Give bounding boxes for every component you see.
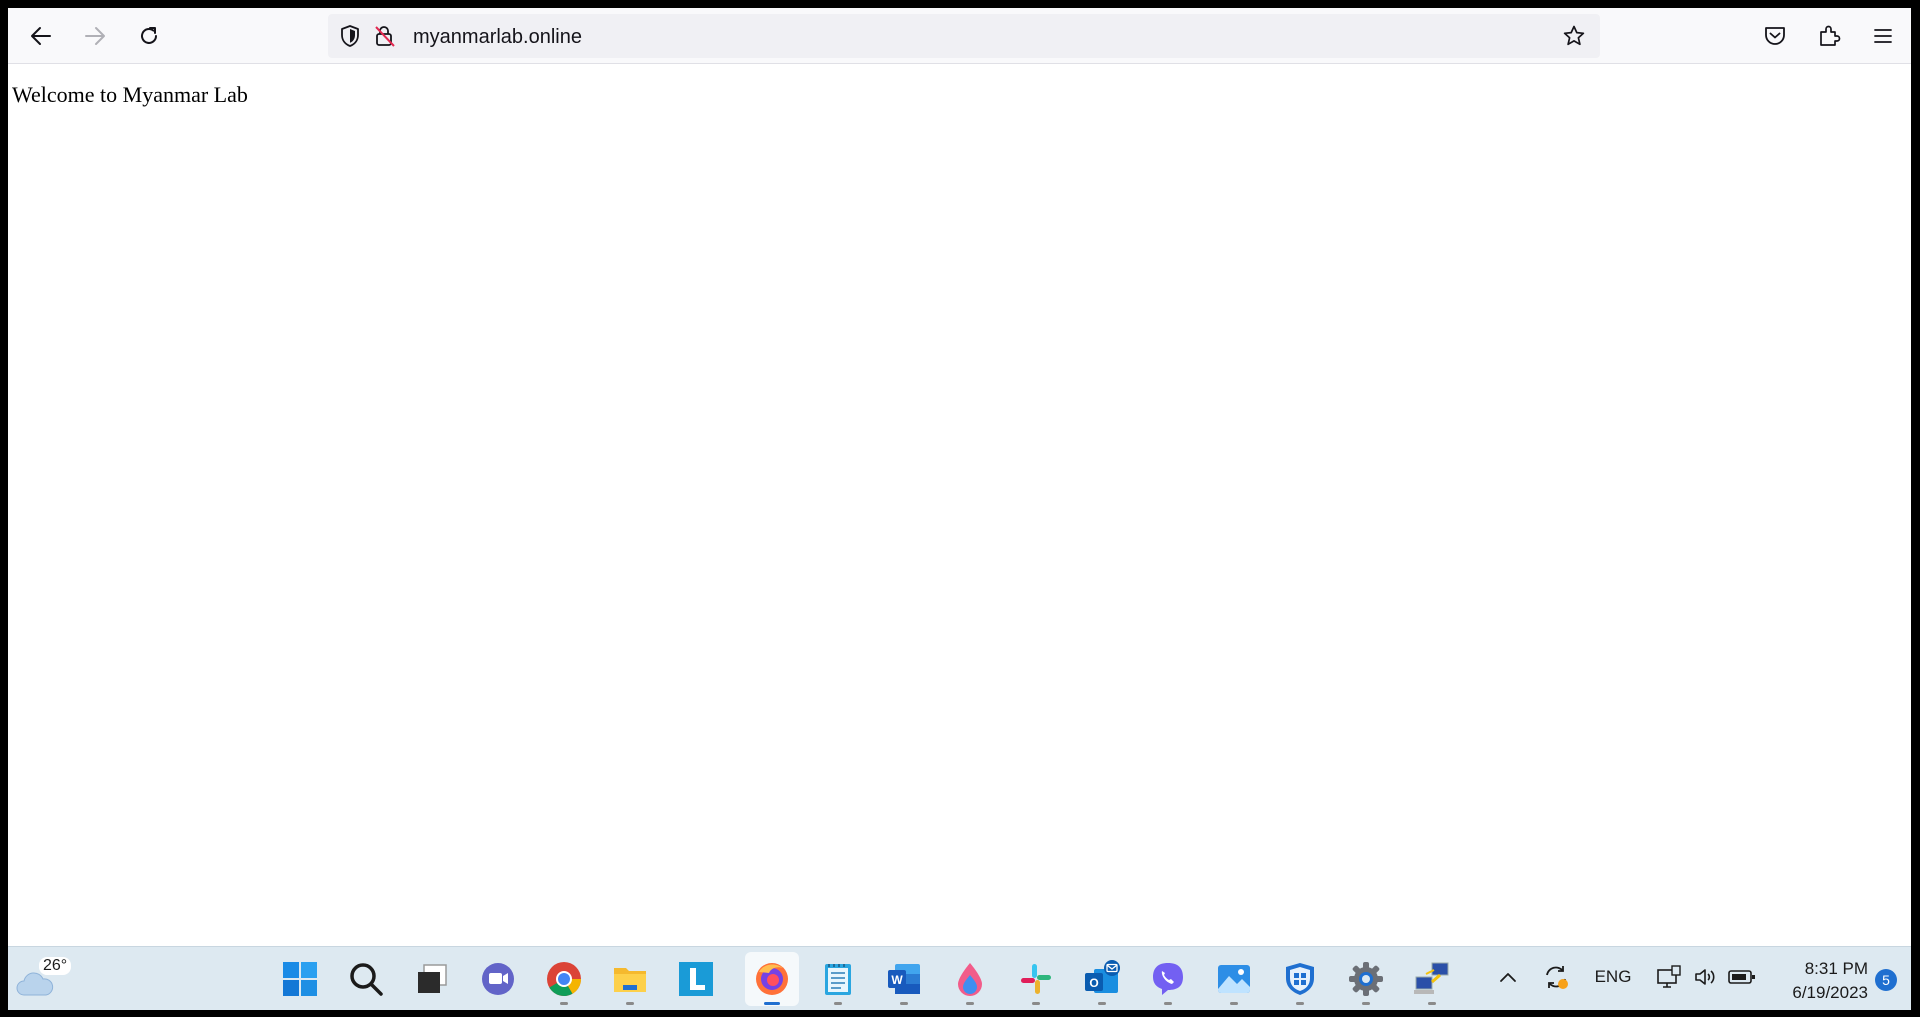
- browser-toolbar: myanmarlab.online: [8, 8, 1911, 64]
- folder-icon: [614, 968, 646, 992]
- pocket-icon: [1765, 27, 1785, 45]
- word-icon: W: [888, 964, 920, 994]
- photos-icon: [1218, 965, 1250, 993]
- taskbar-app-outlook[interactable]: O: [1075, 952, 1129, 1006]
- svg-text:W: W: [891, 973, 903, 987]
- battery-button[interactable]: [1727, 961, 1757, 993]
- viber-running-indicator: [1164, 1002, 1172, 1005]
- input-language-button[interactable]: ENG: [1591, 961, 1635, 993]
- url-text[interactable]: myanmarlab.online: [413, 26, 582, 48]
- taskbar-app-defender[interactable]: [1273, 952, 1327, 1006]
- clock-date: 6/19/2023: [1792, 983, 1868, 1002]
- taskbar-app-slack[interactable]: [1009, 952, 1063, 1006]
- explorer-running-indicator: [626, 1002, 634, 1005]
- taskbar-app-l[interactable]: [669, 952, 723, 1006]
- network-monitor-icon: [1657, 965, 1681, 988]
- word-running-indicator: [900, 1002, 908, 1005]
- photos-running-indicator: [1230, 1002, 1238, 1005]
- chrome-icon: [547, 962, 581, 996]
- reload-button[interactable]: [131, 18, 167, 54]
- back-icon: [31, 27, 51, 45]
- teams-chat-icon: [482, 963, 514, 995]
- back-button[interactable]: [23, 18, 59, 54]
- chrome-running-indicator: [560, 1002, 568, 1005]
- taskbar-app-chrome[interactable]: [537, 952, 591, 1006]
- network-app-running-indicator: [1428, 1002, 1436, 1005]
- reload-icon: [141, 27, 157, 44]
- bookmark-button[interactable]: [1562, 24, 1586, 48]
- slack-icon: [1021, 964, 1051, 994]
- windows-logo-icon: [283, 962, 317, 996]
- taskbar-app-word[interactable]: W: [877, 952, 931, 1006]
- defender-shield-icon: [1286, 963, 1314, 995]
- slack-running-indicator: [1032, 1002, 1040, 1005]
- network-status-button[interactable]: [1655, 961, 1683, 993]
- extensions-button[interactable]: [1811, 18, 1847, 54]
- firefox-icon: [756, 963, 788, 995]
- sync-status-button[interactable]: [1541, 961, 1571, 993]
- volume-button[interactable]: [1691, 961, 1719, 993]
- paint-drop-icon: [958, 963, 982, 996]
- outlook-icon: O: [1085, 960, 1120, 993]
- taskbar-search-button[interactable]: [339, 952, 393, 1006]
- taskbar-app-file-explorer[interactable]: [603, 952, 657, 1006]
- taskbar-app-settings[interactable]: [1339, 952, 1393, 1006]
- battery-icon: [1728, 970, 1755, 984]
- taskbar-app-viber[interactable]: [1141, 952, 1195, 1006]
- taskbar-app-paint[interactable]: [943, 952, 997, 1006]
- network-computers-icon: [1414, 962, 1449, 994]
- extensions-icon: [1820, 25, 1841, 46]
- settings-running-indicator: [1362, 1002, 1370, 1005]
- forward-icon: [85, 27, 105, 45]
- bookmark-star-icon: [1563, 25, 1585, 46]
- page-welcome-text: Welcome to Myanmar Lab: [12, 82, 248, 107]
- taskbar-app-notepad[interactable]: [811, 952, 865, 1006]
- svg-text:O: O: [1089, 976, 1098, 990]
- l-app-icon: [679, 962, 713, 996]
- pocket-button[interactable]: [1757, 18, 1793, 54]
- notepad-icon: [825, 964, 851, 995]
- app-menu-button[interactable]: [1865, 18, 1901, 54]
- notification-count-badge[interactable]: 5: [1875, 969, 1897, 991]
- paint-running-indicator: [966, 1002, 974, 1005]
- browser-window: myanmarlab.online Welcome to Myanmar Lab…: [8, 8, 1911, 1010]
- app-menu-icon: [1874, 29, 1892, 43]
- insecure-connection-lock-icon: [375, 26, 395, 47]
- taskbar-app-network[interactable]: [1405, 952, 1459, 1006]
- settings-gear-icon: [1349, 962, 1383, 996]
- forward-button[interactable]: [77, 18, 113, 54]
- sync-warning-icon: [1546, 966, 1568, 989]
- defender-running-indicator: [1296, 1002, 1304, 1005]
- search-icon: [350, 963, 383, 996]
- taskbar-app-photos[interactable]: [1207, 952, 1261, 1006]
- taskbar-clock[interactable]: 8:31 PM 6/19/2023: [1758, 957, 1868, 1005]
- viber-icon: [1153, 963, 1183, 995]
- task-view-button[interactable]: [405, 952, 459, 1006]
- start-button[interactable]: [273, 952, 327, 1006]
- firefox-active-indicator: [764, 1002, 780, 1005]
- speaker-icon: [1695, 969, 1715, 985]
- show-hidden-icons-button[interactable]: [1495, 961, 1521, 993]
- clock-time: 8:31 PM: [1804, 959, 1868, 978]
- taskbar-app-teams-chat[interactable]: [471, 952, 525, 1006]
- chevron-up-icon: [1500, 973, 1516, 982]
- tracking-protection-button[interactable]: [338, 24, 362, 48]
- page-content: Welcome to Myanmar Lab: [8, 64, 1911, 944]
- weather-widget[interactable]: 26°: [14, 955, 72, 1005]
- url-bar[interactable]: myanmarlab.online: [328, 14, 1600, 58]
- notepad-running-indicator: [834, 1002, 842, 1005]
- taskbar-app-firefox[interactable]: [745, 952, 799, 1006]
- weather-temp: 26°: [39, 957, 72, 975]
- site-security-button[interactable]: [373, 24, 397, 48]
- taskbar: 26° W O ENG 8:31 PM 6/19/2023 5: [8, 946, 1911, 1010]
- outlook-running-indicator: [1098, 1002, 1106, 1005]
- tracking-protection-shield-icon: [341, 25, 359, 47]
- task-view-icon: [418, 964, 447, 993]
